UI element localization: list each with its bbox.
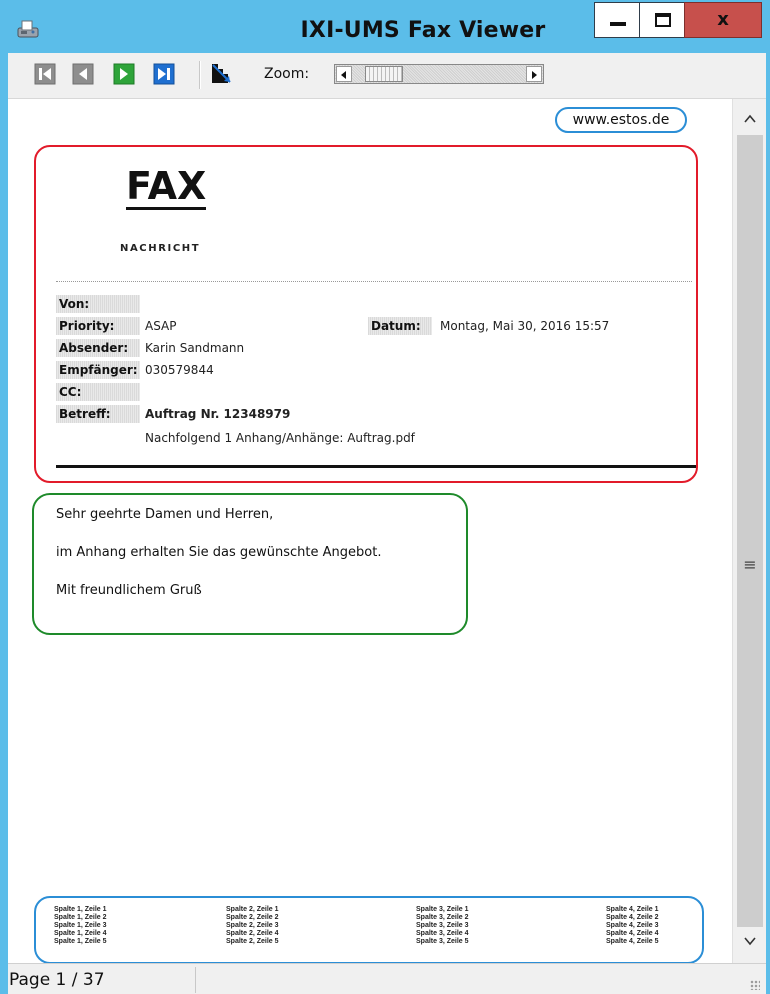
field-value: ASAP (145, 319, 177, 333)
footer-column-3: Spalte 3, Zeile 1 Spalte 3, Zeile 2 Spal… (416, 906, 556, 946)
closing: Mit freundlichem Gruß (56, 583, 202, 598)
field-row-absender: Absender: Karin Sandmann (56, 339, 696, 359)
zoom-slider[interactable] (334, 64, 544, 84)
fit-page-button[interactable] (208, 61, 234, 87)
vertical-scrollbar[interactable]: ≡ (732, 99, 766, 963)
chevron-right-icon (532, 71, 537, 79)
title-bar[interactable]: IXI-UMS Fax Viewer x (0, 0, 770, 52)
minimize-button[interactable] (594, 2, 640, 38)
next-page-icon (113, 63, 135, 85)
previous-page-icon (72, 63, 94, 85)
dotted-divider (56, 281, 692, 282)
header-divider (56, 465, 696, 468)
zoom-increase-button[interactable] (526, 66, 542, 82)
last-page-icon (153, 63, 175, 85)
footer-cell: Spalte 2, Zeile 3 (226, 922, 279, 929)
status-bar: Page 1 / 37 (8, 963, 766, 994)
field-row-betreff: Betreff: Auftrag Nr. 12348979 (56, 405, 696, 425)
footer-cell: Spalte 3, Zeile 3 (416, 922, 469, 929)
footer-column-2: Spalte 2, Zeile 1 Spalte 2, Zeile 2 Spal… (226, 906, 366, 946)
footer-cell: Spalte 3, Zeile 5 (416, 938, 469, 945)
fax-title: FAX (126, 164, 207, 210)
grip-icon: ≡ (743, 555, 757, 574)
field-label: Absender: (56, 339, 140, 357)
fax-document-page: www.estos.de FAX NACHRICHT Von: Priority… (8, 99, 732, 963)
footer-cell: Spalte 4, Zeile 2 (606, 914, 659, 921)
footer-cell: Spalte 4, Zeile 1 (606, 906, 659, 913)
maximize-button[interactable] (639, 2, 685, 38)
body-text: im Anhang erhalten Sie das gewünschte An… (56, 545, 382, 560)
scrollbar-thumb[interactable]: ≡ (737, 135, 763, 927)
first-page-icon (34, 63, 56, 85)
field-value: 030579844 (145, 363, 214, 377)
fax-body-section: Sehr geehrte Damen und Herren, im Anhang… (32, 493, 468, 635)
footer-cell: Spalte 1, Zeile 3 (54, 922, 107, 929)
footer-cell: Spalte 2, Zeile 4 (226, 930, 279, 937)
toolbar: Zoom: (8, 53, 766, 99)
field-label: Von: (56, 295, 140, 313)
field-row-von: Von: (56, 295, 696, 315)
footer-cell: Spalte 2, Zeile 1 (226, 906, 279, 913)
resize-grip-icon[interactable] (750, 980, 760, 990)
field-row-priority: Priority: ASAP Datum: Montag, Mai 30, 20… (56, 317, 696, 337)
footer-cell: Spalte 2, Zeile 5 (226, 938, 279, 945)
footer-cell: Spalte 3, Zeile 2 (416, 914, 469, 921)
footer-cell: Spalte 1, Zeile 4 (54, 930, 107, 937)
scroll-up-button[interactable] (737, 105, 763, 133)
close-icon: x (717, 9, 729, 30)
maximize-icon (655, 13, 671, 27)
fax-header-section: FAX NACHRICHT Von: Priority: ASAP Datum:… (34, 145, 698, 483)
field-row-empfaenger: Empfänger: 030579844 (56, 361, 696, 381)
fax-viewer-window: IXI-UMS Fax Viewer x Zoom: www.estos.de … (0, 0, 770, 994)
footer-cell: Spalte 3, Zeile 4 (416, 930, 469, 937)
footer-cell: Spalte 4, Zeile 4 (606, 930, 659, 937)
field-row-cc: CC: (56, 383, 696, 403)
chevron-left-icon (341, 71, 346, 79)
scroll-down-button[interactable] (737, 927, 763, 955)
website-url: www.estos.de (555, 107, 687, 133)
date-value: Montag, Mai 30, 2016 15:57 (440, 319, 610, 333)
footer-cell: Spalte 4, Zeile 5 (606, 938, 659, 945)
footer-cell: Spalte 2, Zeile 2 (226, 914, 279, 921)
last-page-button[interactable] (151, 61, 177, 87)
zoom-decrease-button[interactable] (336, 66, 352, 82)
zoom-label: Zoom: (264, 66, 310, 82)
footer-cell: Spalte 1, Zeile 2 (54, 914, 107, 921)
field-label: Betreff: (56, 405, 140, 423)
footer-column-1: Spalte 1, Zeile 1 Spalte 1, Zeile 2 Spal… (54, 906, 194, 946)
field-label: Priority: (56, 317, 140, 335)
fax-footer-section: Spalte 1, Zeile 1 Spalte 1, Zeile 2 Spal… (34, 896, 704, 963)
attachments-note: Nachfolgend 1 Anhang/Anhänge: Auftrag.pd… (145, 431, 415, 445)
footer-column-4: Spalte 4, Zeile 1 Spalte 4, Zeile 2 Spal… (606, 906, 732, 946)
field-value: Auftrag Nr. 12348979 (145, 407, 291, 421)
minimize-icon (610, 22, 626, 26)
fax-subtitle: NACHRICHT (120, 243, 201, 254)
window-title-text: IXI-UMS Fax Viewer (300, 18, 546, 43)
close-button[interactable]: x (684, 2, 762, 38)
field-label: CC: (56, 383, 140, 401)
salutation: Sehr geehrte Damen und Herren, (56, 507, 274, 522)
fit-page-icon (212, 64, 231, 83)
footer-cell: Spalte 1, Zeile 5 (54, 938, 107, 945)
next-page-button[interactable] (111, 61, 137, 87)
footer-cell: Spalte 4, Zeile 3 (606, 922, 659, 929)
field-label: Empfänger: (56, 361, 140, 379)
previous-page-button[interactable] (70, 61, 96, 87)
footer-cell: Spalte 1, Zeile 1 (54, 906, 107, 913)
zoom-slider-thumb[interactable] (365, 66, 403, 82)
page-indicator: Page 1 / 37 (8, 967, 196, 993)
chevron-down-icon (744, 937, 756, 946)
field-value: Karin Sandmann (145, 341, 245, 355)
chevron-up-icon (744, 114, 756, 123)
field-row-attachments: Nachfolgend 1 Anhang/Anhänge: Auftrag.pd… (56, 429, 696, 449)
first-page-button[interactable] (32, 61, 58, 87)
toolbar-separator (199, 61, 201, 89)
date-label: Datum: (368, 317, 432, 335)
footer-cell: Spalte 3, Zeile 1 (416, 906, 469, 913)
